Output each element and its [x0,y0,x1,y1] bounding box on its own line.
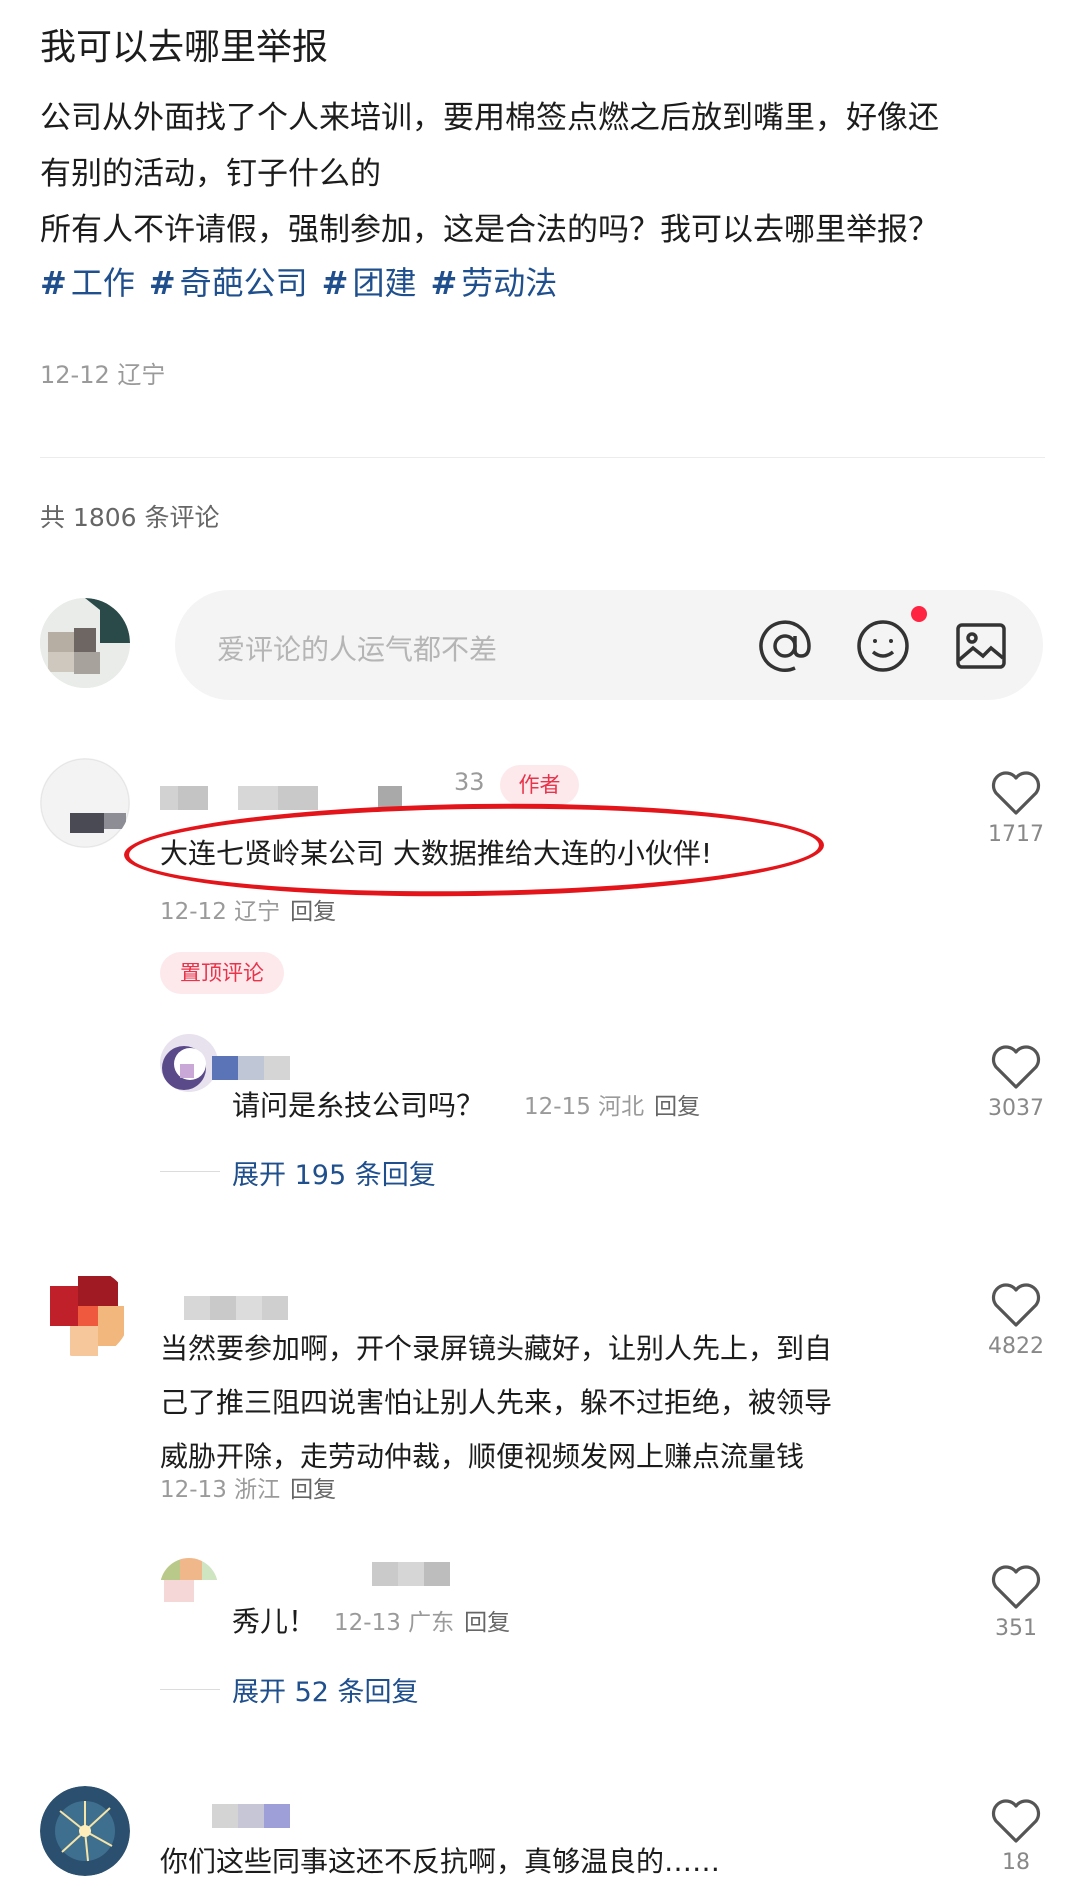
expand-line [160,1689,220,1690]
like-button[interactable]: 351 [981,1564,1051,1641]
emoji-icon[interactable] [855,618,911,674]
heart-icon [991,1283,1041,1327]
divider [40,457,1045,458]
like-button[interactable]: 4822 [981,1282,1051,1359]
avatar[interactable] [40,758,130,848]
reply-button[interactable]: 回复 [654,1094,700,1120]
heart-icon [991,1799,1041,1843]
comment-meta: 12-13 浙江 回复 [160,1477,337,1503]
post-body-line: 公司从外面找了个人来培训，要用棉签点燃之后放到嘴里，好像还 [40,100,939,136]
reply-meta: 12-15 河北 回复 [524,1094,701,1120]
comment-text: 你们这些同事这还不反抗啊，真够温良的…… [160,1845,721,1878]
reply-button[interactable]: 回复 [290,1477,336,1503]
reply-button[interactable]: 回复 [290,899,336,925]
username-blurred[interactable] [184,1296,288,1320]
like-button[interactable]: 18 [981,1798,1051,1875]
tag-weird-company[interactable]: # 奇葩公司 [149,258,308,304]
author-badge: 作者 [500,765,579,805]
comment-line: 己了推三阻四说害怕让别人先来，躲不过拒绝，被领导 [160,1386,833,1419]
comment-count: 共 1806 条评论 [40,503,220,532]
comment-meta: 12-12 辽宁 回复 [160,899,337,925]
post-meta: 12-12 辽宁 [40,361,166,389]
tag-labor-law[interactable]: # 劳动法 [430,258,557,304]
username-blurred[interactable] [212,1056,290,1080]
username-blurred[interactable] [372,1562,450,1586]
username-suffix: 33 [454,768,485,796]
heart-icon [991,771,1041,815]
expand-replies-button[interactable]: 展开 52 条回复 [232,1670,419,1709]
post-title: 我可以去哪里举报 [40,27,329,68]
post-body: 公司从外面找了个人来培训，要用棉签点燃之后放到嘴里，好像还 有别的活动，钉子什么… [40,90,1050,258]
username-blurred[interactable] [160,786,402,810]
like-count: 1717 [988,822,1044,847]
like-count: 18 [1002,1850,1030,1875]
avatar[interactable] [160,1034,218,1092]
heart-icon [991,1565,1041,1609]
image-icon[interactable] [953,618,1009,674]
tag-work[interactable]: # 工作 [40,258,135,304]
comment-input-placeholder: 爱评论的人运气都不差 [217,633,498,666]
expand-line [160,1171,220,1172]
tag-list: # 工作 # 奇葩公司 # 团建 # 劳动法 [40,258,557,304]
highlight-ellipse [123,799,825,901]
like-count: 351 [995,1616,1037,1641]
post-body-line: 所有人不许请假，强制参加，这是合法的吗？我可以去哪里举报？ [40,212,939,248]
reply-text: 秀儿！ [232,1605,317,1638]
reply-meta: 12-13 广东 回复 [334,1610,511,1636]
like-count: 3037 [988,1096,1044,1121]
avatar[interactable] [160,1558,218,1616]
username-blurred[interactable] [212,1804,290,1828]
at-icon[interactable] [757,618,813,674]
tag-team-building[interactable]: # 团建 [322,258,417,304]
avatar[interactable] [40,1786,130,1876]
heart-icon [991,1045,1041,1089]
notification-dot [911,606,927,622]
comment-text: 当然要参加啊，开个录屏镜头藏好，让别人先上，到自 己了推三阻四说害怕让别人先来，… [160,1322,832,1484]
reply-text: 请问是糸技公司吗？ [232,1089,485,1122]
like-count: 4822 [988,1334,1044,1359]
like-button[interactable]: 1717 [981,770,1051,847]
pinned-badge: 置顶评论 [160,952,284,994]
avatar[interactable] [40,1268,130,1358]
expand-replies-button[interactable]: 展开 195 条回复 [232,1153,436,1192]
my-avatar[interactable] [40,598,130,688]
reply-button[interactable]: 回复 [464,1610,510,1636]
comment-line: 当然要参加啊，开个录屏镜头藏好，让别人先上，到自 [160,1332,833,1365]
post-body-line: 有别的活动，钉子什么的 [40,156,381,192]
like-button[interactable]: 3037 [981,1044,1051,1121]
